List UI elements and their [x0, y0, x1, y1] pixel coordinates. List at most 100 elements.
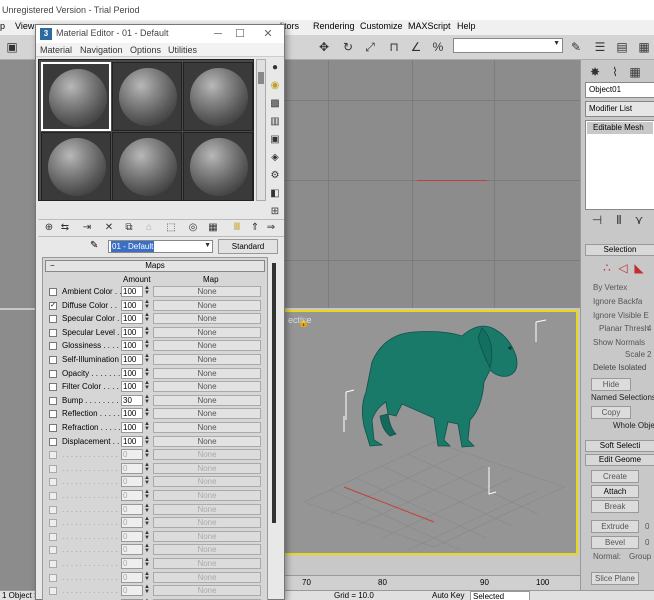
map-amount-field[interactable]: 0	[121, 571, 143, 583]
modifier-stack[interactable]: Editable Mesh	[585, 120, 654, 210]
select-move-icon[interactable]: ✥	[316, 39, 332, 55]
map-enable-checkbox[interactable]: ✓	[49, 301, 57, 310]
amount-spinner-icon[interactable]: ▲▼	[144, 448, 150, 460]
go-to-parent-icon[interactable]: ⇑	[248, 221, 262, 235]
curve-editor-icon[interactable]: ▤	[614, 39, 630, 55]
amount-spinner-icon[interactable]: ▲▼	[144, 543, 150, 555]
viewport-top-right[interactable]	[282, 60, 580, 308]
show-normals-checkbox[interactable]: Show Normals	[593, 338, 645, 347]
map-amount-field[interactable]: 100	[121, 422, 143, 433]
map-amount-field[interactable]: 0	[121, 544, 143, 556]
map-slot-button[interactable]: None	[153, 544, 261, 556]
create-tab-icon[interactable]: ✸	[587, 64, 603, 80]
menu-material[interactable]: Material	[40, 45, 72, 55]
scale-value[interactable]: 2	[647, 350, 651, 359]
map-slot-button[interactable]: None	[153, 558, 261, 569]
main-menu-item[interactable]: View	[15, 21, 34, 31]
amount-spinner-icon[interactable]: ▲▼	[144, 367, 150, 379]
map-enable-checkbox[interactable]	[49, 546, 57, 555]
vertex-icon[interactable]: ∴	[599, 260, 615, 276]
slice-plane-button[interactable]: Slice Plane	[591, 572, 639, 585]
map-amount-field[interactable]: 0	[121, 503, 143, 515]
stack-item-editable-mesh[interactable]: Editable Mesh	[587, 122, 653, 134]
selection-set-dropdown[interactable]	[453, 38, 563, 53]
sample-slot-4[interactable]	[41, 132, 111, 201]
amount-spinner-icon[interactable]: ▲▼	[144, 326, 150, 338]
map-enable-checkbox[interactable]	[49, 532, 57, 541]
sample-slot-2[interactable]	[112, 62, 182, 131]
snap-icon[interactable]: ⊓	[386, 39, 402, 55]
create-button[interactable]: Create	[591, 470, 639, 483]
modify-tab-icon[interactable]: ⌇	[607, 64, 623, 80]
map-amount-field[interactable]: 100	[121, 435, 143, 447]
map-amount-field[interactable]: 0	[121, 476, 143, 488]
modifier-list-dropdown[interactable]: Modifier List	[585, 101, 654, 117]
extrude-button[interactable]: Extrude	[591, 520, 639, 533]
map-enable-checkbox[interactable]	[49, 328, 57, 337]
map-amount-field[interactable]: 100	[121, 381, 143, 393]
hide-button[interactable]: Hide	[591, 378, 631, 391]
map-amount-field[interactable]: 100	[121, 354, 143, 365]
map-slot-button[interactable]: None	[153, 571, 261, 583]
eyedropper-icon[interactable]: ✎	[90, 240, 98, 251]
selection-rollout[interactable]: Selection	[585, 244, 654, 256]
hierarchy-tab-icon[interactable]: ▦	[627, 64, 643, 80]
map-enable-checkbox[interactable]	[49, 356, 57, 364]
map-amount-field[interactable]: 100	[121, 313, 143, 325]
soft-selection-rollout[interactable]: Soft Selecti	[585, 440, 654, 452]
map-amount-field[interactable]: 100	[121, 367, 143, 379]
toolbar-icon[interactable]: ▣	[4, 39, 20, 55]
map-slot-button[interactable]: None	[153, 367, 261, 379]
amount-spinner-icon[interactable]: ▲▼	[144, 516, 150, 528]
map-slot-button[interactable]: None	[153, 408, 261, 420]
background-icon[interactable]: ▩	[268, 97, 282, 111]
auto-key-button[interactable]: Auto Key	[432, 591, 464, 600]
select-by-material-icon[interactable]: ◧	[268, 187, 282, 201]
map-enable-checkbox[interactable]	[49, 383, 57, 392]
amount-spinner-icon[interactable]: ▲▼	[144, 530, 150, 542]
map-amount-field[interactable]: 100	[121, 299, 143, 311]
main-menu-item[interactable]: Rendering	[313, 21, 355, 31]
map-amount-field[interactable]: 0	[121, 517, 143, 529]
assign-material-icon[interactable]: ⇥	[80, 221, 94, 235]
extrude-value[interactable]: 0	[645, 522, 649, 531]
percent-snap-icon[interactable]: %	[430, 39, 446, 55]
reset-map-icon[interactable]: ✕	[102, 221, 116, 235]
sample-slot-6[interactable]	[183, 132, 253, 201]
sample-slot-1[interactable]	[41, 62, 111, 131]
menu-navigation[interactable]: Navigation	[80, 45, 123, 55]
amount-spinner-icon[interactable]: ▲▼	[144, 299, 150, 311]
show-end-result-icon[interactable]: Ⅱ	[611, 212, 627, 228]
options-icon[interactable]: ⚙	[268, 169, 282, 183]
map-enable-checkbox[interactable]	[49, 437, 57, 446]
viewport-perspective[interactable]: ective	[282, 310, 578, 555]
map-slot-button[interactable]: None	[153, 449, 261, 461]
face-icon[interactable]: ◣	[631, 260, 647, 276]
map-amount-field[interactable]: 0	[121, 558, 143, 569]
schematic-icon[interactable]: ▦	[636, 39, 652, 55]
map-amount-field[interactable]: 100	[121, 286, 143, 297]
named-selection-icon[interactable]: ✎	[568, 39, 584, 55]
pin-stack-icon[interactable]: ⊣	[589, 212, 605, 228]
map-amount-field[interactable]: 100	[121, 326, 143, 338]
maximize-icon[interactable]: ☐	[232, 26, 248, 42]
amount-spinner-icon[interactable]: ▲▼	[144, 475, 150, 487]
go-forward-sibling-icon[interactable]: ⇒	[264, 221, 278, 235]
amount-spinner-icon[interactable]: ▲▼	[144, 584, 150, 596]
map-enable-checkbox[interactable]	[49, 342, 57, 351]
map-slot-button[interactable]: None	[153, 286, 261, 297]
main-menu-item[interactable]: p	[0, 21, 5, 31]
map-slot-button[interactable]: None	[153, 462, 261, 474]
amount-spinner-icon[interactable]: ▲▼	[144, 421, 150, 433]
group-radio[interactable]: Group	[629, 552, 651, 561]
map-slot-button[interactable]: None	[153, 394, 261, 406]
map-slot-button[interactable]: None	[153, 476, 261, 488]
by-vertex-checkbox[interactable]: By Vertex	[593, 283, 627, 292]
selected-dropdown[interactable]: Selected	[470, 591, 530, 600]
map-slot-button[interactable]: None	[153, 313, 261, 325]
map-enable-checkbox[interactable]	[49, 315, 57, 324]
map-slot-button[interactable]: None	[153, 354, 261, 365]
copy-material-icon[interactable]: ⧉	[122, 221, 136, 235]
material-map-navigator-icon[interactable]: ⊞	[268, 205, 282, 219]
planar-thresh-value[interactable]: 4	[647, 324, 651, 333]
